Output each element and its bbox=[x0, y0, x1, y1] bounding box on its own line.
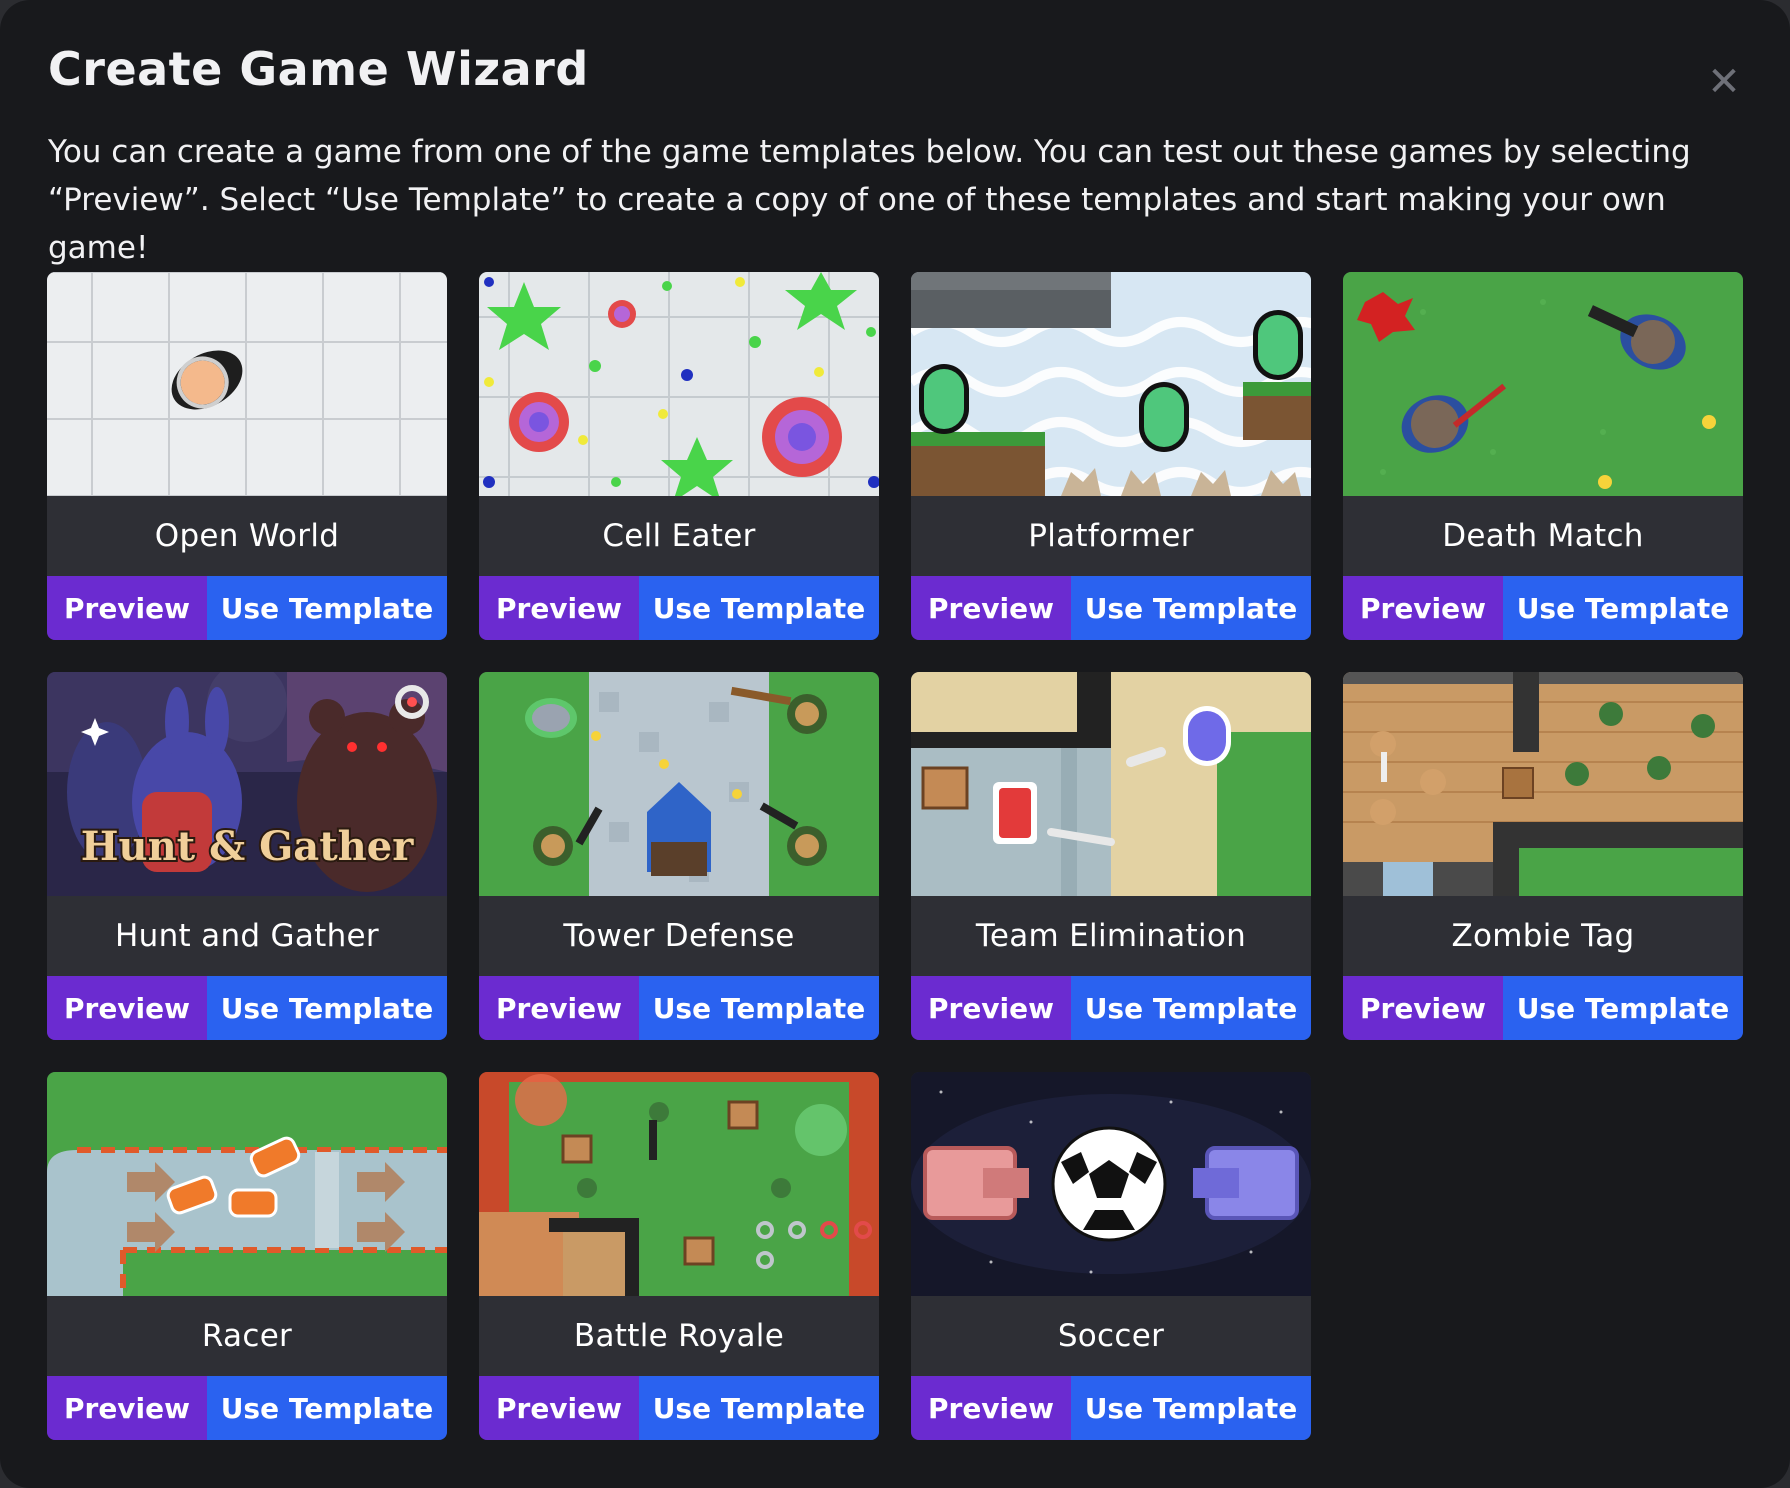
template-name: Battle Royale bbox=[573, 1318, 785, 1354]
preview-button[interactable]: Preview bbox=[479, 576, 639, 640]
battle-royale-thumbnail bbox=[479, 1072, 879, 1296]
platformer-thumbnail bbox=[911, 272, 1311, 496]
template-name: Death Match bbox=[1442, 518, 1644, 554]
preview-button[interactable]: Preview bbox=[1343, 976, 1503, 1040]
death-match-thumbnail bbox=[1343, 272, 1743, 496]
template-card-soccer: Soccer Preview Use Template bbox=[911, 1072, 1311, 1440]
template-card-death-match: Death Match Preview Use Template bbox=[1343, 272, 1743, 640]
preview-button[interactable]: Preview bbox=[47, 1376, 207, 1440]
preview-button[interactable]: Preview bbox=[47, 576, 207, 640]
preview-button[interactable]: Preview bbox=[911, 576, 1071, 640]
zombie-tag-thumbnail bbox=[1343, 672, 1743, 896]
use-template-button[interactable]: Use Template bbox=[207, 976, 447, 1040]
use-template-button[interactable]: Use Template bbox=[639, 976, 879, 1040]
racer-thumbnail bbox=[47, 1072, 447, 1296]
open-world-thumbnail bbox=[47, 272, 447, 496]
preview-button[interactable]: Preview bbox=[479, 1376, 639, 1440]
template-card-battle-royale: Battle Royale Preview Use Template bbox=[479, 1072, 879, 1440]
preview-button[interactable]: Preview bbox=[479, 976, 639, 1040]
template-name: Platformer bbox=[1028, 518, 1194, 554]
tower-defense-thumbnail bbox=[479, 672, 879, 896]
template-card-cell-eater: Cell Eater Preview Use Template bbox=[479, 272, 879, 640]
dialog-title: Create Game Wizard bbox=[48, 42, 589, 96]
template-card-hunt-and-gather: Hunt & Gather Hunt and Gather Preview Us… bbox=[47, 672, 447, 1040]
hunt-and-gather-logo-text: Hunt & Gather bbox=[81, 823, 414, 870]
create-game-wizard-dialog: Create Game Wizard ✕ You can create a ga… bbox=[0, 0, 1790, 1488]
use-template-button[interactable]: Use Template bbox=[639, 1376, 879, 1440]
use-template-button[interactable]: Use Template bbox=[639, 576, 879, 640]
template-grid: Open World Preview Use Template Cell Eat… bbox=[47, 272, 1743, 1440]
template-card-tower-defense: Tower Defense Preview Use Template bbox=[479, 672, 879, 1040]
use-template-button[interactable]: Use Template bbox=[207, 576, 447, 640]
soccer-thumbnail bbox=[911, 1072, 1311, 1296]
template-card-team-elimination: Team Elimination Preview Use Template bbox=[911, 672, 1311, 1040]
close-icon[interactable]: ✕ bbox=[1700, 58, 1748, 106]
preview-button[interactable]: Preview bbox=[47, 976, 207, 1040]
template-name: Tower Defense bbox=[563, 918, 795, 954]
dialog-description: You can create a game from one of the ga… bbox=[48, 134, 1691, 266]
hunt-and-gather-thumbnail: Hunt & Gather bbox=[47, 672, 447, 896]
use-template-button[interactable]: Use Template bbox=[1071, 1376, 1311, 1440]
team-elimination-thumbnail bbox=[911, 672, 1311, 896]
template-name: Team Elimination bbox=[975, 918, 1247, 954]
preview-button[interactable]: Preview bbox=[911, 1376, 1071, 1440]
template-name: Zombie Tag bbox=[1451, 918, 1635, 954]
template-name: Hunt and Gather bbox=[115, 918, 379, 954]
template-name: Racer bbox=[201, 1318, 293, 1354]
preview-button[interactable]: Preview bbox=[911, 976, 1071, 1040]
preview-button[interactable]: Preview bbox=[1343, 576, 1503, 640]
template-card-open-world: Open World Preview Use Template bbox=[47, 272, 447, 640]
use-template-button[interactable]: Use Template bbox=[1071, 576, 1311, 640]
template-name: Open World bbox=[154, 518, 340, 554]
template-card-platformer: Platformer Preview Use Template bbox=[911, 272, 1311, 640]
use-template-button[interactable]: Use Template bbox=[1503, 976, 1743, 1040]
template-card-zombie-tag: Zombie Tag Preview Use Template bbox=[1343, 672, 1743, 1040]
cell-eater-thumbnail bbox=[479, 272, 879, 496]
use-template-button[interactable]: Use Template bbox=[1503, 576, 1743, 640]
use-template-button[interactable]: Use Template bbox=[1071, 976, 1311, 1040]
template-name: Soccer bbox=[1057, 1318, 1165, 1354]
use-template-button[interactable]: Use Template bbox=[207, 1376, 447, 1440]
template-card-racer: Racer Preview Use Template bbox=[47, 1072, 447, 1440]
template-name: Cell Eater bbox=[602, 518, 756, 554]
